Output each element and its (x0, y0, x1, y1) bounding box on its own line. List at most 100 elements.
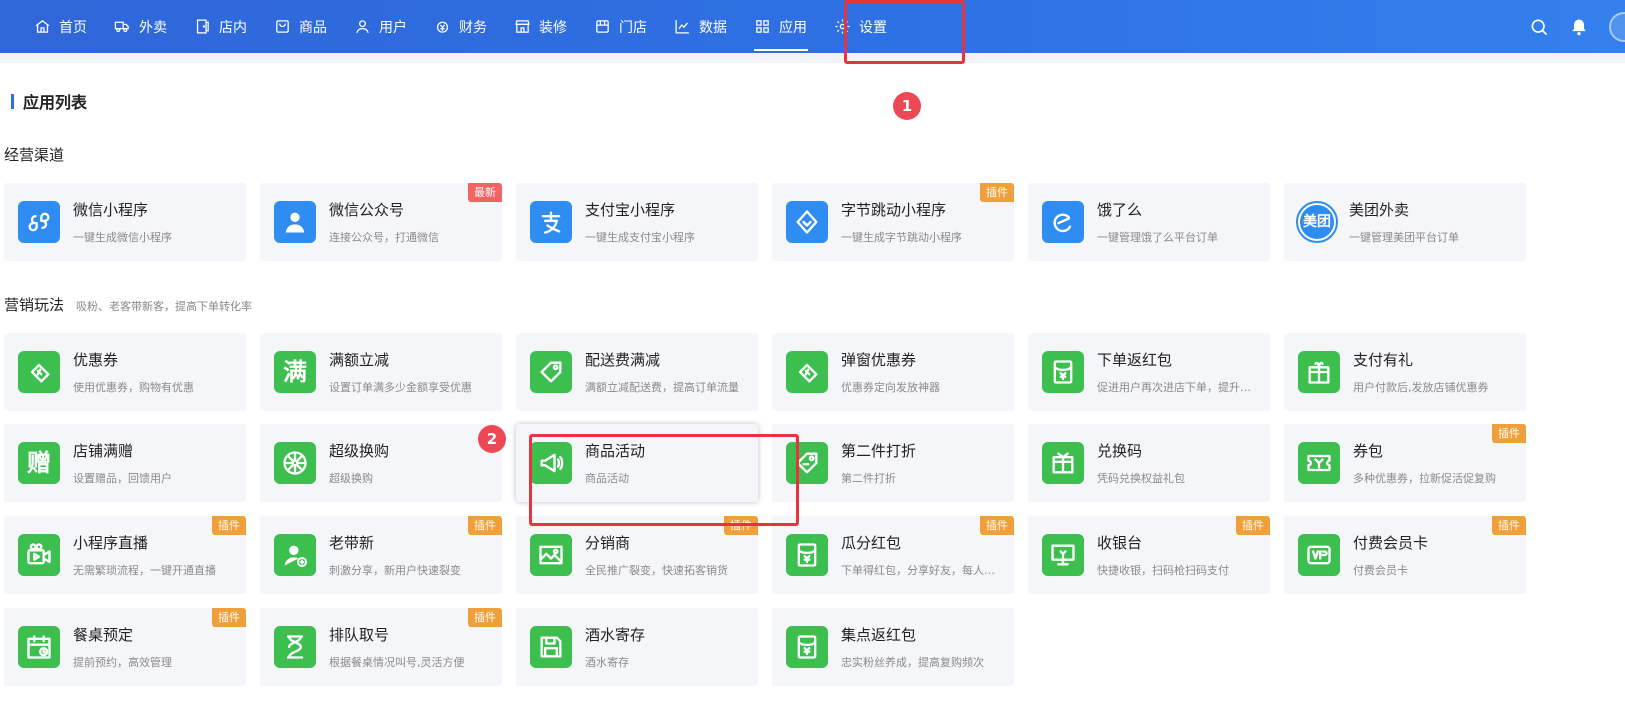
app-card-cashier[interactable]: 收银台 快捷收银，扫码枪扫码支付 插件 (1028, 516, 1270, 594)
nav-item-label: 应用 (779, 19, 807, 36)
app-card-redeem-code[interactable]: 兑换码 凭码兑换权益礼包 (1028, 424, 1270, 502)
page-title-text: 应用列表 (23, 93, 88, 112)
app-card-points-red-packet[interactable]: 集点返红包 忠实粉丝养成，提高复购频次 (772, 608, 1014, 686)
app-card-name: 微信小程序 (73, 201, 149, 219)
plugin-badge: 插件 (1492, 424, 1526, 443)
nav-item-home[interactable]: 首页 (26, 0, 106, 53)
app-card-discount-tag[interactable]: 第二件打折 第二件打折 (772, 424, 1014, 502)
app-card-description: 全民推广裂变，快速拓客销货 (585, 564, 728, 577)
plugin-badge: 插件 (212, 608, 246, 627)
app-card-name: 餐桌预定 (73, 626, 134, 644)
app-card-description: 忠实粉丝养成，提高复购频次 (841, 656, 984, 669)
app-card-text: 瓜分红包下单得红包，分享好友，每人都可领取 (841, 532, 1005, 578)
app-card-popup-coupon[interactable]: 弹窗优惠券 优惠券定向发放神器 (772, 333, 1014, 411)
app-card-delivery-fee-tag[interactable]: 配送费满减 满额立减配送费，提高订单流量 (516, 333, 758, 411)
app-card-coupon-pack[interactable]: 券包 多种优惠券，拉新促活促复购 插件 (1284, 424, 1526, 502)
app-card-hourglass[interactable]: 排队取号 根据餐桌情况叫号,灵活方便 插件 (260, 608, 502, 686)
app-card-name: 满额立减 (329, 351, 390, 369)
nav-item-delivery[interactable]: 外卖 (106, 0, 186, 53)
nav-item-label: 首页 (59, 19, 87, 36)
app-card-text: 酒水寄存 酒水寄存 (585, 624, 749, 670)
plugin-badge: 插件 (468, 516, 502, 535)
nav-item-label: 门店 (619, 19, 647, 36)
plugin-badge: 插件 (212, 516, 246, 535)
nav-item-chart[interactable]: 数据 (666, 0, 746, 53)
app-card-picture[interactable]: 分销商 全民推广裂变，快速拓客销货 插件 (516, 516, 758, 594)
highlight-box-apps-tab (844, 0, 965, 64)
finance-icon (434, 18, 459, 35)
bell-icon[interactable] (1569, 17, 1589, 37)
nav-item-finance[interactable]: 财务 (426, 0, 506, 53)
app-card-official-account[interactable]: 微信公众号 连接公众号，打通微信 最新 (260, 183, 502, 261)
nav-item-user[interactable]: 用户 (346, 0, 426, 53)
app-card-vip-card[interactable]: 付费会员卡 付费会员卡 插件 (1284, 516, 1526, 594)
hourglass-icon (274, 626, 316, 668)
app-card-text: 分销商 全民推广裂变，快速拓客销货 (585, 532, 749, 578)
app-card-name: 小程序直播 (73, 534, 149, 552)
reservation-icon (18, 626, 60, 668)
plugin-badge: 插件 (1236, 516, 1270, 535)
app-card-live-video[interactable]: 小程序直播无需繁琐流程，一键开通直播 插件 (4, 516, 246, 594)
app-card-description: 使用优惠券，购物有优惠 (73, 381, 194, 394)
app-card-bytedance[interactable]: 字节跳动小程序 一键生成字节跳动小程序 插件 (772, 183, 1014, 261)
apps-icon (754, 18, 779, 35)
nav-item-product[interactable]: 商品 (266, 0, 346, 53)
step-marker-1: 1 (893, 92, 921, 120)
app-card-invite-user[interactable]: 老带新 刺激分享，新用户快速裂变 插件 (260, 516, 502, 594)
app-card-mini-program[interactable]: 微信小程序一键生成微信小程序 (4, 183, 246, 261)
vip-card-icon (1298, 534, 1340, 576)
app-card-text: 微信公众号 连接公众号，打通微信 (329, 199, 493, 245)
invite-user-icon (274, 534, 316, 576)
app-card-description: 一键管理饿了么平台订单 (1097, 231, 1218, 244)
app-card-text: 弹窗优惠券 优惠券定向发放神器 (841, 349, 1005, 395)
nav-item-shop[interactable]: 门店 (586, 0, 666, 53)
nav-item-store-door[interactable]: 店内 (186, 0, 266, 53)
page-title: 应用列表 (11, 91, 88, 112)
live-video-icon (18, 534, 60, 576)
app-card-name: 下单返红包 (1097, 351, 1173, 369)
app-card-description: 设置订单满多少金额享受优惠 (329, 381, 472, 394)
app-card-text: 满额立减设置订单满多少金额享受优惠 (329, 349, 493, 395)
app-card-name: 饿了么 (1097, 201, 1143, 219)
app-card-coupon[interactable]: 优惠券 使用优惠券，购物有优惠 (4, 333, 246, 411)
nav-item-decoration[interactable]: 装修 (506, 0, 586, 53)
app-card-full-reduction[interactable]: 满满额立减 设置订单满多少金额享受优惠 (260, 333, 502, 411)
shop-icon (594, 18, 619, 35)
plugin-badge: 插件 (980, 516, 1014, 535)
eleme-icon (1042, 201, 1084, 243)
avatar[interactable] (1609, 11, 1625, 42)
app-card-description: 用户付款后,发放店铺优惠券 (1353, 381, 1489, 394)
app-card-gift[interactable]: 支付有礼 用户付款后,发放店铺优惠券 (1284, 333, 1526, 411)
nav-item-label: 数据 (699, 19, 727, 36)
search-icon[interactable] (1529, 17, 1549, 37)
nav-right (1529, 0, 1625, 53)
nav-shadow-band (0, 53, 1625, 63)
plugin-badge: 插件 (1492, 516, 1526, 535)
app-card-share-red-packet[interactable]: 瓜分红包下单得红包，分享好友，每人都可领取插件 (772, 516, 1014, 594)
app-card-description: 促进用户再次进店下单，提升复购率 (1097, 381, 1261, 394)
plugin-badge: 插件 (980, 183, 1014, 202)
app-card-red-packet[interactable]: 下单返红包促进用户再次进店下单，提升复购率 (1028, 333, 1270, 411)
share-red-packet-icon (786, 534, 828, 576)
app-card-store-gift[interactable]: 赠店铺满赠 设置赠品，回馈用户 (4, 424, 246, 502)
app-card-wheel[interactable]: 超级换购 超级换购 (260, 424, 502, 502)
popup-coupon-icon (786, 351, 828, 393)
app-card-description: 酒水寄存 (585, 656, 629, 669)
nav-item-apps[interactable]: 应用 (746, 0, 826, 53)
app-card-description: 无需繁琐流程，一键开通直播 (73, 564, 216, 577)
icon-glyph-text: 美团 (1303, 214, 1331, 230)
app-card-text: 集点返红包 忠实粉丝养成，提高复购频次 (841, 624, 1005, 670)
app-card-reservation[interactable]: 餐桌预定提前预约，高效管理 插件 (4, 608, 246, 686)
app-card-text: 券包 多种优惠券，拉新促活促复购 (1353, 440, 1517, 486)
app-card-description: 一键生成微信小程序 (73, 231, 172, 244)
icon-glyph-text: 赠 (27, 449, 51, 477)
app-card-meituan[interactable]: 美团 美团外卖 一键管理美团平台订单 (1284, 183, 1526, 261)
app-card-storage[interactable]: 酒水寄存 酒水寄存 (516, 608, 758, 686)
app-card-name: 字节跳动小程序 (841, 201, 947, 219)
app-card-name: 第二件打折 (841, 442, 917, 460)
app-card-text: 兑换码 凭码兑换权益礼包 (1097, 440, 1261, 486)
app-card-name: 微信公众号 (329, 201, 405, 219)
app-card-eleme[interactable]: 饿了么一键管理饿了么平台订单 (1028, 183, 1270, 261)
app-card-description: 提前预约，高效管理 (73, 656, 172, 669)
app-card-alipay[interactable]: 支付宝小程序 一键生成支付宝小程序 (516, 183, 758, 261)
